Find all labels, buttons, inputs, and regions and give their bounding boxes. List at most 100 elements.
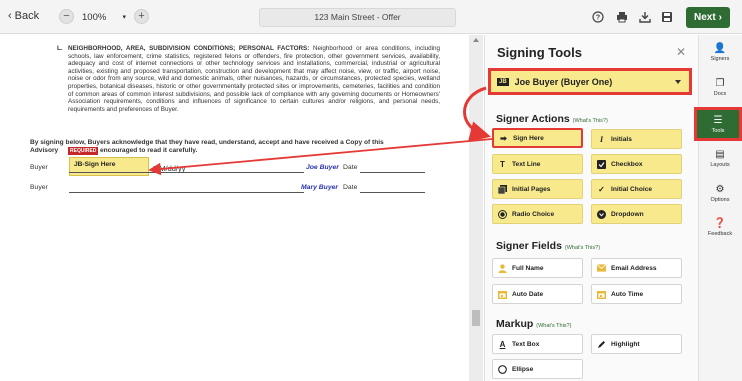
close-icon[interactable]: ✕ [676, 45, 686, 59]
tool-label: Full Name [512, 264, 544, 272]
zoom-value: 100% [82, 11, 107, 23]
next-label: Next [693, 12, 716, 23]
checkbox-button[interactable]: Checkbox [591, 154, 682, 174]
text-line-button[interactable]: T Text Line [492, 154, 583, 174]
question-icon: ❓ [713, 218, 727, 229]
signature-line [69, 172, 304, 173]
sidebar-item-tools[interactable]: ☰ Tools [694, 107, 742, 141]
initial-choice-button[interactable]: ✓ Initial Choice [591, 179, 682, 199]
paragraph-neighborhood: NEIGHBORHOOD, AREA, SUBDIVISION CONDITIO… [68, 45, 440, 113]
tool-label: Text Box [512, 340, 540, 348]
text-box-button[interactable]: A Text Box [492, 334, 583, 354]
section-title-text: Markup [496, 318, 534, 330]
date-label: Date [343, 164, 358, 171]
chevron-down-icon: ▾ [122, 14, 126, 21]
sidebar-item-label: Layouts [710, 162, 730, 168]
back-button[interactable]: ‹ Back [8, 10, 39, 22]
tool-label: Radio Choice [512, 210, 555, 218]
initial-pages-button[interactable]: Initial Pages [492, 179, 583, 199]
tool-label: Auto Time [611, 290, 644, 298]
full-name-button[interactable]: Full Name [492, 258, 583, 278]
save-icon[interactable] [659, 9, 675, 25]
sign-here-button[interactable]: ➡ Sign Here [492, 128, 583, 148]
print-icon[interactable] [614, 9, 630, 25]
next-button[interactable]: Next › [686, 7, 730, 28]
gear-icon: ⚙ [715, 184, 725, 195]
highlight-button[interactable]: Highlight [591, 334, 682, 354]
chevron-right-icon: › [718, 12, 723, 23]
download-icon[interactable] [637, 9, 653, 25]
whats-this-link[interactable]: (What's This?) [565, 245, 600, 251]
date-label: Date [343, 184, 358, 191]
initials-button[interactable]: I Initials [591, 129, 682, 149]
whats-this-link[interactable]: (What's This?) [573, 118, 608, 124]
email-address-button[interactable]: Email Address [591, 258, 682, 278]
section-markup: Markup (What's This?) [496, 318, 571, 330]
calendar-icon [498, 290, 507, 299]
tool-label: Sign Here [513, 134, 544, 142]
envelope-icon [597, 264, 606, 273]
sidebar-item-label: Feedback [707, 231, 733, 237]
checkmark-icon: ✓ [598, 184, 605, 194]
whats-this-link[interactable]: (What's This?) [536, 323, 571, 329]
sidebar-item-label: Signers [710, 56, 730, 62]
date-line [360, 172, 425, 173]
radio-choice-button[interactable]: Radio Choice [492, 204, 583, 224]
section-signer-actions: Signer Actions (What's This?) [496, 113, 608, 125]
signer-name: Joe Buyer (Buyer One) [514, 76, 613, 87]
tool-label: Dropdown [611, 210, 644, 218]
ack-line-2-start: Advisory [30, 147, 59, 154]
scrollbar-thumb[interactable] [472, 310, 480, 326]
scroll-up-icon[interactable] [473, 38, 479, 42]
help-icon[interactable]: ? [590, 9, 606, 25]
tool-label: Checkbox [611, 160, 643, 168]
dropdown-button[interactable]: Dropdown [591, 204, 682, 224]
zoom-out-button[interactable]: − [59, 9, 74, 24]
sign-here-field[interactable]: JB-Sign Here [69, 157, 149, 176]
section-signer-fields: Signer Fields (What's This?) [496, 240, 600, 252]
sidebar-item-docs[interactable]: ❐ Docs [698, 78, 742, 97]
section-title-text: Signer Fields [496, 240, 562, 252]
tool-label: Initials [611, 135, 632, 143]
tool-label: Ellipse [512, 365, 534, 373]
sidebar-item-label: Tools [711, 128, 725, 134]
ack-line-2-end: are encouraged to read it carefully. [88, 147, 198, 154]
italic-i-icon: I [599, 134, 604, 144]
sidebar-item-options[interactable]: ⚙ Options [698, 184, 742, 203]
chevron-down-icon [675, 80, 681, 84]
layout-icon: ▤ [715, 149, 725, 160]
document-icon: ❐ [715, 78, 725, 89]
sidebar-item-label: Docs [713, 91, 727, 97]
tool-label: Initial Pages [512, 185, 551, 193]
back-label: Back [14, 10, 40, 22]
document-title: 123 Main Street - Offer [259, 8, 456, 27]
signature-line [69, 192, 304, 193]
checkbox-icon [597, 159, 606, 169]
signer-initials: JB [497, 77, 509, 86]
auto-date-button[interactable]: Auto Date [492, 284, 583, 304]
dropdown-icon [597, 209, 606, 219]
paragraph-letter: L. [57, 45, 63, 52]
panel-title: Signing Tools [497, 45, 582, 60]
tool-label: Text Line [512, 160, 541, 168]
sidebar-item-layouts[interactable]: ▤ Layouts [698, 149, 742, 168]
auto-time-button[interactable]: Auto Time [591, 284, 682, 304]
list-icon: ☰ [713, 115, 723, 126]
zoom-select[interactable]: 100% ▾ [79, 8, 129, 26]
user-icon: 👤 [713, 43, 727, 54]
tool-label: Auto Date [512, 290, 544, 298]
signer-select[interactable]: JB Joe Buyer (Buyer One) [488, 68, 692, 95]
calendar-icon [597, 290, 606, 299]
date-line [360, 192, 425, 193]
zoom-in-button[interactable]: + [134, 9, 149, 24]
sidebar-item-signers[interactable]: 👤 Signers [698, 43, 742, 62]
date-placeholder: MM/dd/yy [153, 164, 186, 173]
document-scrollbar[interactable] [469, 35, 483, 381]
sidebar-item-feedback[interactable]: ❓ Feedback [698, 218, 742, 237]
pen-icon [597, 340, 606, 349]
svg-text:?: ? [596, 15, 600, 22]
ellipse-button[interactable]: Ellipse [492, 359, 583, 379]
buyer-name: Joe Buyer [306, 164, 339, 171]
tool-label: Initial Choice [611, 185, 653, 193]
radio-icon [498, 209, 507, 219]
